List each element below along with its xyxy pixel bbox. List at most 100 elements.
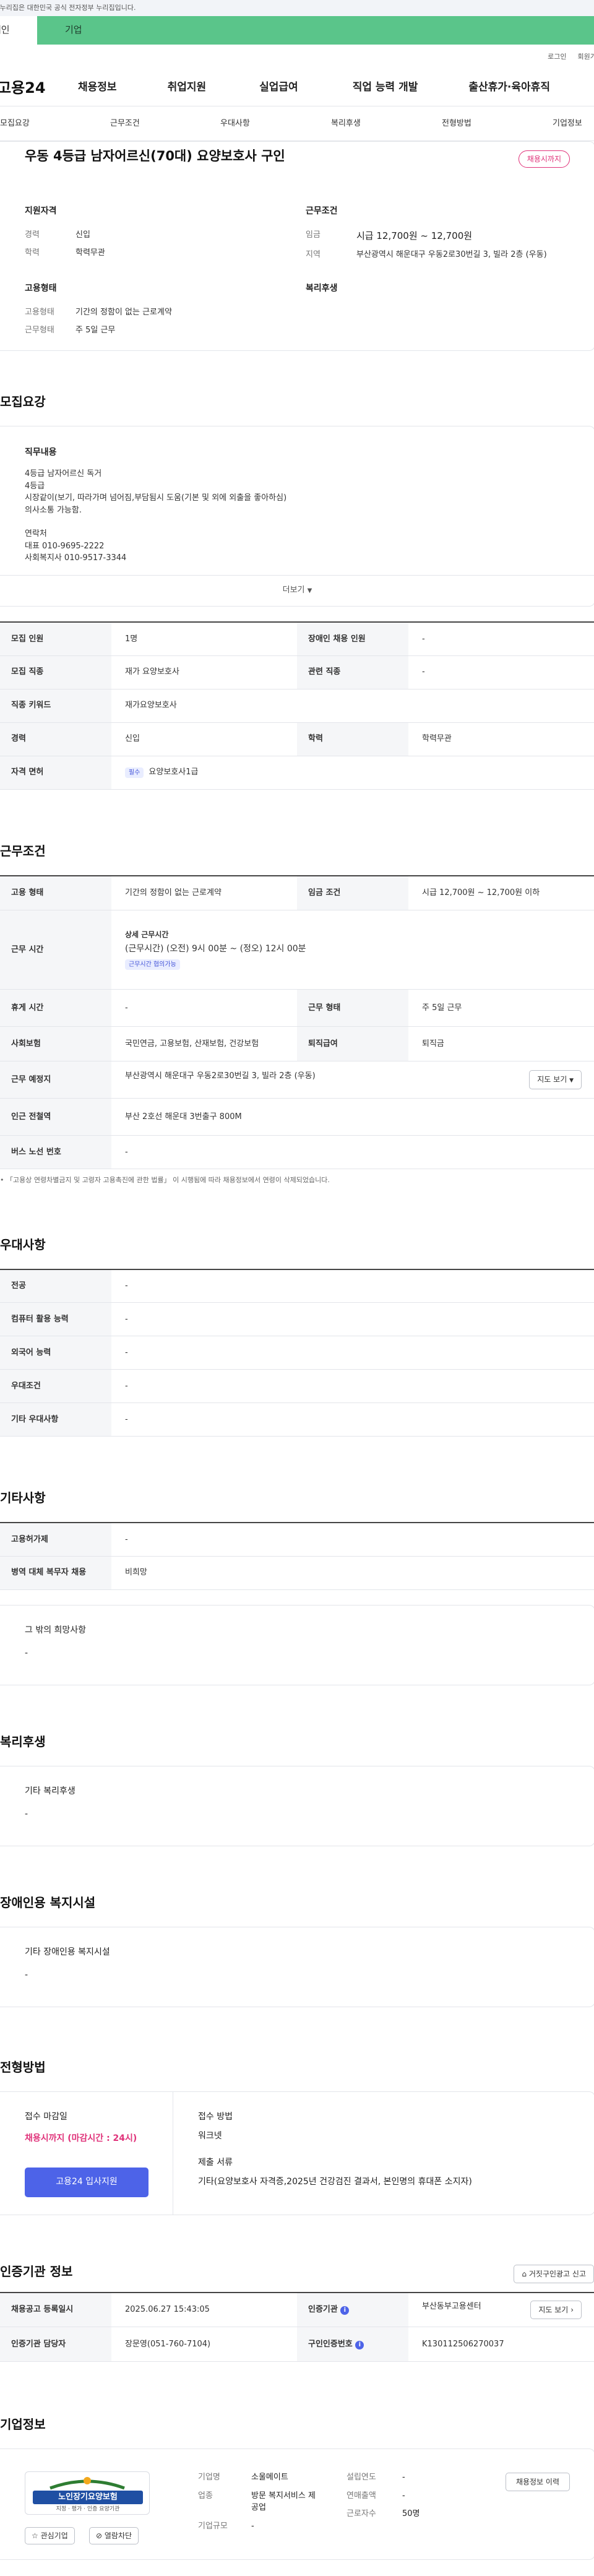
- logo-subtext: 지정 · 평가 · 인증 요양기관: [56, 2506, 120, 2512]
- duty-line: 사회복지사 010-9517-3344: [25, 553, 127, 563]
- cert-table: 채용공고 등록일시 2025.06.27 15:43:05 인증기관 i 부산동…: [0, 2291, 594, 2362]
- gnb-training[interactable]: 직업 능력 개발: [353, 80, 418, 96]
- company-info-col2: 설립연도 - 연매출액 - 근로자수 50명: [346, 2473, 420, 2518]
- table-row: 근무 시간 상세 근무시간 (근무시간) (오전) 9시 00분 ~ (정오) …: [0, 910, 594, 990]
- deadline-label: 접수 마감일: [25, 2111, 67, 2122]
- duty-line: 4등급: [25, 481, 45, 491]
- table-row: 채용공고 등록일시 2025.06.27 15:43:05 인증기관 i 부산동…: [0, 2292, 594, 2327]
- tab-personal[interactable]: 개인: [0, 16, 37, 45]
- anchor-welfare[interactable]: 복리후생: [331, 118, 361, 130]
- anchor-company[interactable]: 기업정보: [553, 118, 582, 130]
- anchor-selection[interactable]: 전형방법: [442, 118, 471, 130]
- table-row: 인근 전철역 부산 2호선 해운대 3번출구 800M: [0, 1098, 594, 1136]
- gnb-jobs[interactable]: 채용정보: [78, 80, 117, 96]
- section-title-company: 기업정보: [0, 2417, 46, 2432]
- table-row: 사회보험 국민연금, 고용보험, 산재보험, 건강보험 퇴직급여 퇴직금: [0, 1026, 594, 1061]
- other-wishes-value: -: [25, 1648, 28, 1658]
- method-value: 워크넷: [198, 2130, 222, 2141]
- table-row: 모집 직종 재가 요양보호사 관련 직종 -: [0, 655, 594, 689]
- cert-map-button[interactable]: 지도 보기 ›: [530, 2300, 582, 2319]
- table-row: 모집 인원 1명 장애인 채용 인원 -: [0, 622, 594, 656]
- info-icon[interactable]: i: [340, 2306, 350, 2315]
- gov-banner: 이 누리집은 대한민국 공식 전자정부 누리집입니다.: [0, 0, 594, 16]
- section-title-pref: 우대사항: [0, 1237, 46, 1252]
- other-wishes-label: 그 밖의 희망사항: [25, 1625, 87, 1635]
- deadline-badge: 채용시까지: [518, 150, 570, 168]
- table-row: 인증기관 담당자 장문영(051-760-7104) 구인인증번호 i K130…: [0, 2327, 594, 2362]
- etc-table: 고용허가제 - 병역 대체 복무자 채용 비희망: [0, 1522, 594, 1590]
- section-title-work: 근무조건: [0, 843, 46, 858]
- required-chip: 필수: [125, 767, 144, 779]
- duty-card: 직무내용 4등급 남자어르신 독거 4등급 시장같이(보기, 따라가며 넘어짐,…: [0, 426, 594, 607]
- emp-heading: 고용형태: [25, 283, 57, 293]
- company-info-col1: 기업명 소울메이트 업종 방문 복지서비스 제공업 기업규모 -: [198, 2473, 316, 2531]
- work-row: 지역 부산광역시 해운대구 우동2로30번길 3, 빌라 2층 (우동): [306, 250, 547, 259]
- gnb-employment-support[interactable]: 취업지원: [168, 80, 207, 96]
- more-button[interactable]: 더보기 ▼: [0, 575, 594, 606]
- info-icon[interactable]: i: [355, 2340, 364, 2349]
- chevron-down-icon: ▼: [307, 587, 312, 594]
- summary-welfare: 복리후생: [306, 282, 587, 343]
- section-title-welfare: 복리후생: [0, 1734, 46, 1749]
- company-logo: 노인장기요양보험 지정 · 평가 · 인증 요양기관: [25, 2471, 150, 2515]
- job-title: 우동 4등급 남자어르신(70대) 요양보호사 구인: [25, 149, 285, 163]
- section-title-selection: 전형방법: [0, 2059, 46, 2075]
- company-card: 노인장기요양보험 지정 · 평가 · 인증 요양기관 ☆ 관심기업 ⊘ 열람차단…: [0, 2448, 594, 2560]
- hiring-history-button[interactable]: 채용정보 이력: [505, 2473, 570, 2491]
- duty-line: 시장같이(보기, 따라가며 넘어짐,부담됨시 도움(기본 및 외에 외출을 좋아…: [25, 493, 287, 503]
- site-logo[interactable]: 고용24: [0, 77, 75, 99]
- duty-line: 연락처: [25, 529, 47, 538]
- disability-label: 기타 장애인용 복지시설: [25, 1947, 110, 1957]
- table-row: 전공 -: [0, 1269, 594, 1303]
- qual-row: 학력 학력무관: [25, 248, 105, 257]
- method-block: 접수 방법 워크넷 제출 서류 기타(요양보호사 자격증,2025년 건강검진 …: [173, 2092, 594, 2215]
- apply-button[interactable]: 고용24 입사지원: [25, 2167, 148, 2197]
- anchor-pref[interactable]: 우대사항: [220, 118, 250, 130]
- signup-link[interactable]: 회원가입: [578, 52, 594, 63]
- table-row: 컴퓨터 활용 능력 -: [0, 1302, 594, 1336]
- duty-line: 4등급 남자어르신 독거: [25, 469, 102, 478]
- anchor-work[interactable]: 근무조건: [110, 118, 140, 130]
- summary-work-conditions: 근무조건 임금 시급 12,700원 ~ 12,700원 지역 부산광역시 해운대구…: [306, 205, 587, 267]
- table-row: 외국어 능력 -: [0, 1336, 594, 1370]
- gnb-parental-leave[interactable]: 출산휴가·육아휴직: [468, 80, 550, 96]
- work-table: 고용 형태 기간의 정함이 없는 근로계약 임금 조건 시급 12,700원 ~…: [0, 875, 594, 1169]
- anchor-recruit[interactable]: 모집요강: [0, 118, 30, 130]
- favorite-company-button[interactable]: ☆ 관심기업: [25, 2527, 75, 2544]
- work-heading: 근무조건: [306, 205, 338, 216]
- map-view-button[interactable]: 지도 보기 ▼: [529, 1070, 582, 1089]
- docs-label: 제출 서류: [198, 2157, 233, 2168]
- home-icon: ⌂: [522, 2269, 527, 2278]
- tab-corporate[interactable]: 기업: [37, 16, 594, 45]
- docs-value: 기타(요양보호사 자격증,2025년 건강검진 결과서, 본인명의 휴대폰 소지…: [198, 2176, 472, 2187]
- method-label: 접수 방법: [198, 2111, 233, 2122]
- pref-table: 전공 - 컴퓨터 활용 능력 - 외국어 능력 - 우대조건 - 기타 우대사항 -: [0, 1268, 594, 1437]
- disability-card: 기타 장애인용 복지시설 -: [0, 1926, 594, 2007]
- block-icon: ⊘: [96, 2531, 103, 2540]
- qual-row: 경력 신입: [25, 230, 90, 240]
- table-row: 휴게 시간 - 근무 형태 주 5일 근무: [0, 989, 594, 1027]
- summary-grid: 지원자격 경력 신입 학력 학력무관 근무조건 임금 시급 12,700원 ~ 12,…: [25, 205, 594, 267]
- table-row: 자격 면허 필수 요양보호사1급: [0, 756, 594, 790]
- login-link[interactable]: 로그인: [548, 52, 566, 63]
- recruit-table: 모집 인원 1명 장애인 채용 인원 - 모집 직종 재가 요양보호사 관련 직…: [0, 621, 594, 790]
- section-title-etc: 기타사항: [0, 1490, 46, 1505]
- qual-heading: 지원자격: [25, 205, 57, 216]
- table-row: 병역 대체 복무자 채용 비희망: [0, 1556, 594, 1590]
- duty-body: 직무내용 4등급 남자어르신 독거 4등급 시장같이(보기, 따라가며 넘어짐,…: [0, 426, 594, 575]
- table-row: 직종 키워드 재가요양보호사: [0, 689, 594, 723]
- block-view-button[interactable]: ⊘ 열람차단: [89, 2527, 139, 2544]
- table-row: 우대조건 -: [0, 1369, 594, 1403]
- gov-banner-text: 이 누리집은 대한민국 공식 전자정부 누리집입니다.: [0, 4, 136, 12]
- gnb-unemployment[interactable]: 실업급여: [259, 80, 298, 96]
- section-title-cert: 인증기관 정보: [0, 2263, 73, 2279]
- section-title-recruit: 모집요강: [0, 394, 46, 409]
- report-fake-ad-button[interactable]: ⌂ 거짓구인광고 신고: [514, 2264, 594, 2283]
- table-row: 고용 형태 기간의 정함이 없는 근로계약 임금 조건 시급 12,700원 ~…: [0, 875, 594, 910]
- deadline-block: 접수 마감일 채용시까지 (마감시간 : 24시) 고용24 입사지원: [0, 2091, 173, 2215]
- deadline-value: 채용시까지 (마감시간 : 24시): [25, 2133, 137, 2143]
- star-icon: ☆: [32, 2531, 38, 2540]
- utility-links: 로그인 회원가입: [0, 45, 594, 69]
- cert-header: 인증기관 정보 ⌂ 거짓구인광고 신고: [0, 2262, 594, 2284]
- duty-label: 직무내용: [25, 447, 57, 457]
